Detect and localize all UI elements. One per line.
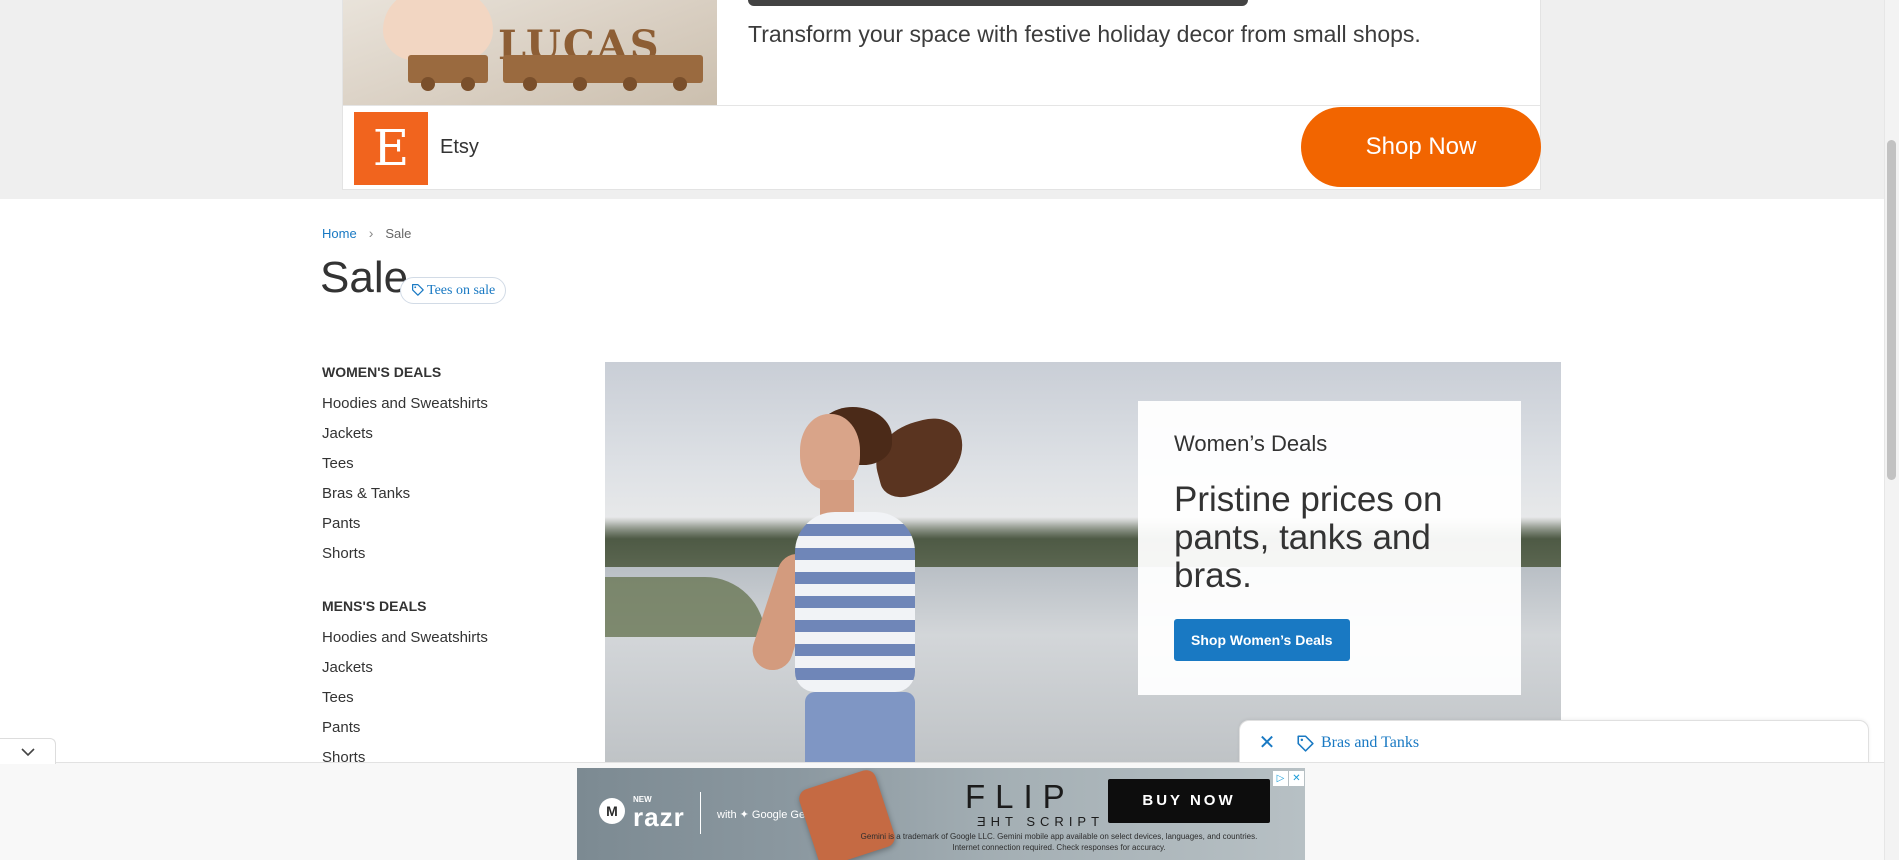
sidebar-item-women-pants[interactable]: Pants: [322, 509, 562, 539]
ad-brand-name[interactable]: Etsy: [440, 136, 479, 159]
shop-womens-deals-button[interactable]: Shop Women’s Deals: [1174, 619, 1350, 661]
floating-tag-label[interactable]: Bras and Tanks: [1321, 734, 1419, 752]
breadcrumb-home-link[interactable]: Home: [322, 226, 357, 241]
ad-subtitle[interactable]: Transform your space with festive holida…: [748, 21, 1421, 48]
floating-tag-bras-and-tanks[interactable]: ✕ Bras and Tanks: [1239, 720, 1869, 766]
womens-deals-heading: WOMEN'S DEALS: [322, 364, 442, 380]
motorola-logo-icon: M: [599, 798, 625, 824]
ad-photo-toy-car: [408, 55, 488, 83]
page-scrollbar[interactable]: [1884, 0, 1899, 860]
breadcrumb-current: Sale: [385, 226, 412, 241]
page-title: Sale: [320, 253, 409, 302]
sidebar-item-women-shorts[interactable]: Shorts: [322, 539, 562, 569]
mens-deals-group: MENS'S DEALS Hoodies and Sweatshirts Jac…: [322, 595, 562, 773]
sidebar-item-women-tees[interactable]: Tees: [322, 449, 562, 479]
ad-headline-cropped: [748, 0, 1248, 6]
hero-eyebrow: Women’s Deals: [1174, 431, 1328, 456]
buy-now-button[interactable]: BUY NOW: [1108, 779, 1270, 823]
sale-sidebar: WOMEN'S DEALS Hoodies and Sweatshirts Ja…: [322, 361, 562, 773]
ad-close-icon[interactable]: ✕: [1289, 771, 1304, 786]
shop-now-button[interactable]: Shop Now: [1301, 107, 1541, 187]
runner-head: [800, 414, 860, 490]
breadcrumb-separator-icon: ›: [368, 225, 374, 241]
scrollbar-thumb[interactable]: [1887, 140, 1896, 480]
hero-promo-panel: Women’s Deals Pristine prices on pants, …: [1138, 401, 1521, 695]
collapse-ad-button[interactable]: [0, 738, 56, 764]
ad-photo-wheel: [623, 77, 637, 91]
ad-photo-wooden-train[interactable]: LUCAS: [343, 0, 717, 105]
ad-photo-hand: [383, 0, 493, 60]
tag-chip-tees-on-sale[interactable]: Tees on sale: [400, 277, 507, 304]
sidebar-item-women-jackets[interactable]: Jackets: [322, 419, 562, 449]
breadcrumb: Home › Sale: [322, 225, 411, 241]
ad-photo-wheel: [421, 77, 435, 91]
sidebar-item-men-tees[interactable]: Tees: [322, 683, 562, 713]
etsy-logo-icon[interactable]: E: [354, 112, 428, 185]
close-icon[interactable]: ✕: [1256, 732, 1278, 754]
moto-headline-flip: FLIP: [965, 778, 1075, 815]
motorola-razr-ad[interactable]: M NEW razr with ✦ Google Gemini FLIP ƎHT…: [577, 768, 1305, 860]
adchoices-icon[interactable]: ▷: [1273, 771, 1288, 786]
moto-product-name: razr: [633, 802, 685, 832]
ad-divider: [343, 105, 1540, 106]
sidebar-item-men-hoodies[interactable]: Hoodies and Sweatshirts: [322, 623, 562, 653]
sidebar-item-men-jackets[interactable]: Jackets: [322, 653, 562, 683]
sidebar-item-men-pants[interactable]: Pants: [322, 713, 562, 743]
top-ad-band: LUCAS Transform your space with festive …: [0, 0, 1884, 199]
tag-chip-label: Tees on sale: [427, 283, 496, 298]
etsy-ad-card[interactable]: LUCAS Transform your space with festive …: [342, 0, 1541, 190]
sidebar-item-women-hoodies[interactable]: Hoodies and Sweatshirts: [322, 389, 562, 419]
womens-deals-group: WOMEN'S DEALS Hoodies and Sweatshirts Ja…: [322, 361, 562, 569]
sidebar-item-women-bras-tanks[interactable]: Bras & Tanks: [322, 479, 562, 509]
tag-icon: [412, 284, 424, 296]
ad-photo-wheel: [573, 77, 587, 91]
hero-heading: Pristine prices on pants, tanks and bras…: [1174, 480, 1443, 595]
ad-photo-wheel: [673, 77, 687, 91]
chevron-down-icon: [20, 748, 35, 757]
ad-photo-wheel: [523, 77, 537, 91]
moto-fine-print: Gemini is a trademark of Google LLC. Gem…: [860, 832, 1258, 852]
mens-deals-heading: MENS'S DEALS: [322, 598, 427, 614]
runner-striped-tank: [795, 512, 915, 692]
moto-headline-script: ƎHT SCRIPT: [977, 814, 1105, 829]
ad-photo-wheel: [461, 77, 475, 91]
runner-pants: [805, 692, 915, 762]
tag-icon: [1297, 735, 1314, 752]
moto-divider: [700, 792, 701, 834]
